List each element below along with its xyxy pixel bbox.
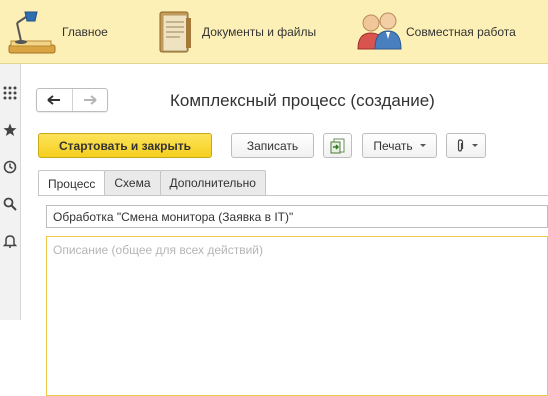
users-icon bbox=[354, 5, 406, 59]
description-field[interactable]: Описание (общее для всех действий) bbox=[46, 236, 548, 396]
print-label: Печать bbox=[373, 138, 413, 153]
tab-additional[interactable]: Дополнительно bbox=[159, 170, 266, 195]
print-dropdown-button[interactable]: Печать bbox=[362, 133, 437, 158]
document-arrow-icon bbox=[330, 138, 344, 153]
nav-item-collaboration[interactable]: Совместная работа bbox=[354, 0, 516, 63]
history-icon[interactable] bbox=[0, 156, 20, 178]
chevron-down-icon bbox=[419, 144, 426, 147]
tab-divider bbox=[38, 195, 548, 196]
tab-bar: Процесс Схема Дополнительно bbox=[38, 170, 266, 196]
search-icon[interactable] bbox=[0, 193, 20, 215]
arrow-right-icon bbox=[83, 95, 97, 105]
subject-value: Обработка "Смена монитора (Заявка в IT)" bbox=[53, 209, 294, 224]
left-side-panel bbox=[0, 64, 21, 320]
tab-process[interactable]: Процесс bbox=[38, 170, 106, 196]
form-title: Комплексный процесс (создание) bbox=[170, 91, 435, 110]
subject-field[interactable]: Обработка "Смена монитора (Заявка в IT)" bbox=[46, 205, 548, 228]
star-icon[interactable] bbox=[0, 119, 20, 141]
top-navigation-bar: Главное Документы и файлы Совместная раб… bbox=[0, 0, 548, 64]
create-based-on-button[interactable] bbox=[323, 133, 352, 158]
nav-item-documents[interactable]: Документы и файлы bbox=[150, 0, 316, 63]
nav-item-documents-label: Документы и файлы bbox=[202, 24, 317, 39]
paperclip-icon bbox=[457, 138, 463, 152]
nav-item-main-label: Главное bbox=[62, 24, 108, 39]
nav-item-main[interactable]: Главное bbox=[2, 0, 108, 63]
tab-scheme[interactable]: Схема bbox=[104, 170, 161, 195]
start-and-close-button[interactable]: Стартовать и закрыть bbox=[38, 133, 212, 158]
apps-grid-icon[interactable] bbox=[0, 82, 20, 104]
chevron-down-icon bbox=[471, 144, 478, 147]
nav-item-collaboration-label: Совместная работа bbox=[406, 24, 516, 39]
forward-button[interactable] bbox=[73, 89, 108, 111]
attachments-dropdown-button[interactable] bbox=[446, 133, 486, 158]
back-button[interactable] bbox=[37, 89, 73, 111]
description-placeholder: Описание (общее для всех действий) bbox=[53, 243, 263, 257]
save-button[interactable]: Записать bbox=[231, 133, 314, 158]
desk-lamp-icon bbox=[2, 5, 62, 59]
arrow-left-icon bbox=[47, 95, 61, 105]
document-folder-icon bbox=[150, 5, 202, 59]
form-content: Комплексный процесс (создание) Стартоват… bbox=[26, 64, 548, 396]
bell-icon[interactable] bbox=[0, 230, 20, 252]
history-navigation bbox=[36, 88, 108, 112]
